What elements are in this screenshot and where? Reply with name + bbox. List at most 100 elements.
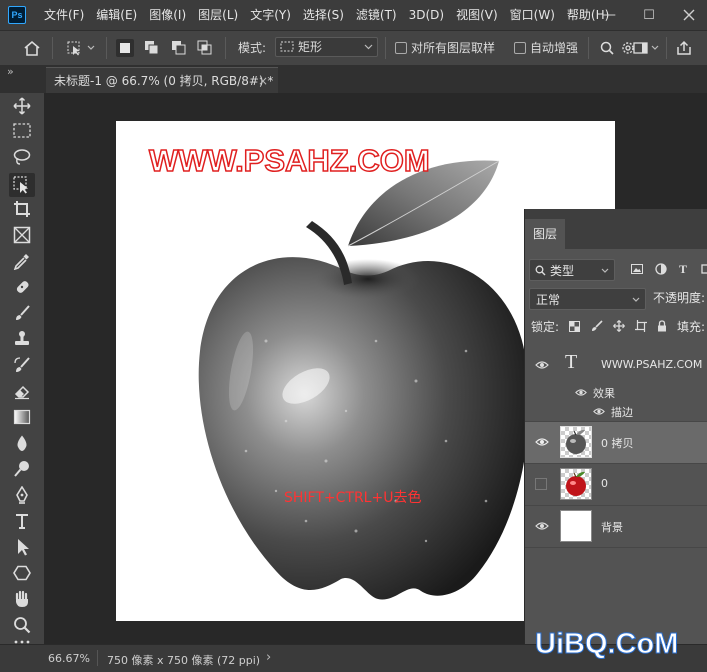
lock-position[interactable] [613,320,625,332]
mode-value: 矩形 [298,40,323,54]
filter-type-layers[interactable]: T [679,262,691,276]
menu-view[interactable]: 视图(V) [450,0,504,30]
shape-tool[interactable] [12,563,32,583]
filter-pixel-layers[interactable] [631,263,643,275]
layer-row[interactable]: T WWW.PSAHZ.COM 效果 描边 [525,345,707,422]
chevron-down-icon [601,268,609,273]
path-selection-icon [18,539,29,556]
lock-artboard[interactable] [635,320,647,332]
gradient-tool[interactable] [12,407,32,427]
close-button[interactable] [672,0,706,30]
filter-adjustment-layers[interactable] [655,263,667,275]
object-selection-icon [13,176,28,194]
stamp-icon [15,331,29,345]
brush-icon [16,305,30,320]
stroke-effect-label: 描边 [611,406,633,419]
move-tool[interactable] [12,96,32,116]
object-selection-tool[interactable] [9,173,35,197]
document-tab[interactable]: 未标题-1 @ 66.7% (0 拷贝, RGB/8#) * × [46,67,278,93]
type-tool[interactable] [12,511,32,531]
blend-mode-dropdown[interactable]: 正常 [529,288,646,310]
layer-name: 0 [601,477,608,490]
sample-all-layers-label: 对所有图层取样 [411,41,496,55]
layers-panel-tab-row: 图层 [525,209,707,249]
menu-3d[interactable]: 3D(D) [403,0,450,30]
hand-icon [15,590,28,607]
dodge-tool[interactable] [12,459,32,479]
layer-row[interactable]: 0 [525,464,707,506]
layer-filter-dropdown[interactable]: 类型 [529,259,615,281]
layer-thumbnail-white [560,510,592,542]
layer-row-selected[interactable]: 0 拷贝 [525,422,707,464]
auto-enhance-checkbox[interactable] [514,42,526,54]
visibility-toggle-hidden[interactable] [535,478,547,490]
home-button[interactable] [23,39,41,57]
document-size-info: 750 像素 x 750 像素 (72 ppi) [107,654,261,667]
status-more-button[interactable]: › [266,650,271,665]
effects-visibility-eye-icon[interactable] [575,388,587,397]
menu-bar: Ps 文件(F) 编辑(E) 图像(I) 图层(L) 文字(Y) 选择(S) 滤… [0,0,707,30]
path-selection-tool[interactable] [12,537,32,557]
layer-row[interactable]: 背景 [525,506,707,548]
menu-file[interactable]: 文件(F) [38,0,90,30]
crop-tool[interactable] [12,199,32,219]
layer-name: 背景 [601,521,623,534]
menu-layer[interactable]: 图层(L) [192,0,244,30]
new-selection-button[interactable] [116,39,134,57]
menu-type[interactable]: 文字(Y) [244,0,297,30]
workspace-icon [633,42,659,54]
frame-tool[interactable] [12,225,32,245]
intersect-selection-button[interactable] [196,39,214,57]
eyedropper-tool[interactable] [12,251,32,271]
document-tab-bar: » 未标题-1 @ 66.7% (0 拷贝, RGB/8#) * × [0,65,707,93]
tools-panel [0,93,44,644]
workspace-switcher[interactable] [632,39,662,57]
eraser-tool[interactable] [12,381,32,401]
filter-shape-layers[interactable] [701,263,707,275]
blend-mode-value: 正常 [536,293,561,307]
lock-transparent-pixels[interactable] [568,320,580,332]
menu-select[interactable]: 选择(S) [297,0,350,30]
mode-dropdown[interactable]: 矩形 [275,37,378,57]
document-tab-title: 未标题-1 @ 66.7% (0 拷贝, RGB/8#) * [54,74,274,88]
share-button[interactable] [675,39,693,57]
add-selection-button[interactable] [143,39,161,57]
tool-preset-picker[interactable] [64,39,98,57]
zoom-tool[interactable] [12,615,32,635]
blur-tool[interactable] [12,433,32,453]
image-icon [631,264,643,274]
stroke-visibility-eye-icon[interactable] [593,407,605,416]
toolbar-collapse-button[interactable]: » [7,65,14,78]
document-tab-close-button[interactable]: × [258,68,268,94]
lasso-tool[interactable] [12,147,32,167]
photoshop-logo: Ps [8,6,26,24]
hand-tool[interactable] [12,589,32,609]
minimize-button[interactable]: — [592,0,626,30]
home-icon [24,40,40,56]
subtract-selection-button[interactable] [170,39,188,57]
layers-tab[interactable]: 图层 [525,219,565,249]
visibility-eye-icon[interactable] [535,521,549,531]
adjustment-icon [655,263,667,275]
maximize-button[interactable]: ☐ [632,0,666,30]
search-icon [600,41,614,55]
menu-filter[interactable]: 滤镜(T) [350,0,403,30]
pen-tool[interactable] [12,485,32,505]
visibility-eye-icon[interactable] [535,360,549,370]
brush-tool[interactable] [12,303,32,323]
sample-all-layers-checkbox[interactable] [395,42,407,54]
healing-brush-tool[interactable] [12,277,32,297]
marquee-tool[interactable] [12,121,32,141]
menu-image[interactable]: 图像(I) [143,0,192,30]
opacity-label: 不透明度: [653,291,706,305]
menu-edit[interactable]: 编辑(E) [90,0,143,30]
zoom-level[interactable]: 66.67% [48,652,90,665]
search-button[interactable] [598,39,616,57]
lock-all[interactable] [656,320,668,332]
lock-image-pixels[interactable] [591,320,603,332]
menu-window[interactable]: 窗口(W) [504,0,561,30]
visibility-eye-icon[interactable] [535,437,549,447]
history-brush-tool[interactable] [12,355,32,375]
share-icon [677,40,691,55]
clone-stamp-tool[interactable] [12,329,32,349]
